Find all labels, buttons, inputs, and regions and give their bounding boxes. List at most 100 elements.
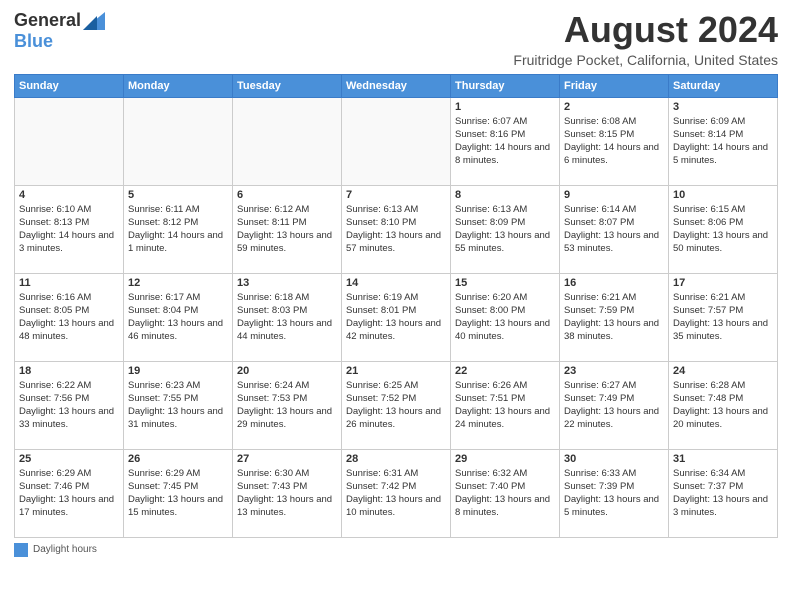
- day-info: Sunrise: 6:34 AM Sunset: 7:37 PM Dayligh…: [673, 467, 773, 520]
- logo-icon: [83, 12, 105, 30]
- day-info: Sunrise: 6:13 AM Sunset: 8:09 PM Dayligh…: [455, 203, 555, 256]
- day-number: 22: [455, 365, 555, 377]
- day-number: 28: [346, 453, 446, 465]
- day-info: Sunrise: 6:09 AM Sunset: 8:14 PM Dayligh…: [673, 115, 773, 168]
- day-number: 14: [346, 277, 446, 289]
- calendar-cell: 26 Sunrise: 6:29 AM Sunset: 7:45 PM Dayli…: [124, 449, 233, 537]
- calendar-cell: 30 Sunrise: 6:33 AM Sunset: 7:39 PM Dayli…: [560, 449, 669, 537]
- calendar-week-1: 1 Sunrise: 6:07 AM Sunset: 8:16 PM Daylig…: [15, 97, 778, 185]
- day-number: 30: [564, 453, 664, 465]
- calendar-cell: 11 Sunrise: 6:16 AM Sunset: 8:05 PM Dayli…: [15, 273, 124, 361]
- calendar-cell: [124, 97, 233, 185]
- calendar-cell: 31 Sunrise: 6:34 AM Sunset: 7:37 PM Dayli…: [669, 449, 778, 537]
- calendar-cell: 16 Sunrise: 6:21 AM Sunset: 7:59 PM Dayli…: [560, 273, 669, 361]
- day-info: Sunrise: 6:29 AM Sunset: 7:45 PM Dayligh…: [128, 467, 228, 520]
- location-title: Fruitridge Pocket, California, United St…: [513, 52, 778, 68]
- day-info: Sunrise: 6:11 AM Sunset: 8:12 PM Dayligh…: [128, 203, 228, 256]
- col-friday: Friday: [560, 74, 669, 97]
- calendar-cell: 7 Sunrise: 6:13 AM Sunset: 8:10 PM Daylig…: [342, 185, 451, 273]
- day-info: Sunrise: 6:15 AM Sunset: 8:06 PM Dayligh…: [673, 203, 773, 256]
- day-info: Sunrise: 6:24 AM Sunset: 7:53 PM Dayligh…: [237, 379, 337, 432]
- calendar-cell: 14 Sunrise: 6:19 AM Sunset: 8:01 PM Dayli…: [342, 273, 451, 361]
- calendar-week-5: 25 Sunrise: 6:29 AM Sunset: 7:46 PM Dayli…: [15, 449, 778, 537]
- day-number: 3: [673, 101, 773, 113]
- calendar-cell: 10 Sunrise: 6:15 AM Sunset: 8:06 PM Dayli…: [669, 185, 778, 273]
- day-info: Sunrise: 6:31 AM Sunset: 7:42 PM Dayligh…: [346, 467, 446, 520]
- month-title: August 2024: [513, 10, 778, 50]
- calendar-cell: 8Sunrise: 6:13 AM Sunset: 8:09 PM Daylig…: [451, 185, 560, 273]
- calendar-cell: 2Sunrise: 6:08 AM Sunset: 8:15 PM Daylig…: [560, 97, 669, 185]
- calendar-cell: 29 Sunrise: 6:32 AM Sunset: 7:40 PM Dayli…: [451, 449, 560, 537]
- calendar-cell: 1 Sunrise: 6:07 AM Sunset: 8:16 PM Daylig…: [451, 97, 560, 185]
- day-info: Sunrise: 6:10 AM Sunset: 8:13 PM Dayligh…: [19, 203, 119, 256]
- day-info: Sunrise: 6:29 AM Sunset: 7:46 PM Dayligh…: [19, 467, 119, 520]
- calendar-cell: 18 Sunrise: 6:22 AM Sunset: 7:56 PM Dayli…: [15, 361, 124, 449]
- legend: Daylight hours: [14, 543, 778, 557]
- calendar-cell: 28 Sunrise: 6:31 AM Sunset: 7:42 PM Dayli…: [342, 449, 451, 537]
- day-info: Sunrise: 6:07 AM Sunset: 8:16 PM Dayligh…: [455, 115, 555, 168]
- calendar-cell: 19 Sunrise: 6:23 AM Sunset: 7:55 PM Dayli…: [124, 361, 233, 449]
- day-number: 7: [346, 189, 446, 201]
- day-info: Sunrise: 6:13 AM Sunset: 8:10 PM Dayligh…: [346, 203, 446, 256]
- day-info: Sunrise: 6:23 AM Sunset: 7:55 PM Dayligh…: [128, 379, 228, 432]
- calendar-week-4: 18 Sunrise: 6:22 AM Sunset: 7:56 PM Dayli…: [15, 361, 778, 449]
- legend-box: [14, 543, 28, 557]
- header-row: Sunday Monday Tuesday Wednesday Thursday…: [15, 74, 778, 97]
- col-tuesday: Tuesday: [233, 74, 342, 97]
- day-number: 19: [128, 365, 228, 377]
- col-saturday: Saturday: [669, 74, 778, 97]
- day-number: 2: [564, 101, 664, 113]
- col-monday: Monday: [124, 74, 233, 97]
- day-number: 20: [237, 365, 337, 377]
- day-number: 31: [673, 453, 773, 465]
- day-number: 24: [673, 365, 773, 377]
- calendar-cell: [342, 97, 451, 185]
- day-number: 11: [19, 277, 119, 289]
- day-number: 12: [128, 277, 228, 289]
- day-number: 5: [128, 189, 228, 201]
- day-info: Sunrise: 6:19 AM Sunset: 8:01 PM Dayligh…: [346, 291, 446, 344]
- calendar-cell: 9Sunrise: 6:14 AM Sunset: 8:07 PM Daylig…: [560, 185, 669, 273]
- calendar-cell: 5 Sunrise: 6:11 AM Sunset: 8:12 PM Daylig…: [124, 185, 233, 273]
- calendar-cell: 15Sunrise: 6:20 AM Sunset: 8:00 PM Dayli…: [451, 273, 560, 361]
- day-number: 25: [19, 453, 119, 465]
- day-info: Sunrise: 6:32 AM Sunset: 7:40 PM Dayligh…: [455, 467, 555, 520]
- day-info: Sunrise: 6:27 AM Sunset: 7:49 PM Dayligh…: [564, 379, 664, 432]
- logo-blue-text: Blue: [14, 31, 53, 52]
- title-area: August 2024 Fruitridge Pocket, Californi…: [513, 10, 778, 68]
- day-number: 16: [564, 277, 664, 289]
- day-number: 6: [237, 189, 337, 201]
- day-info: Sunrise: 6:25 AM Sunset: 7:52 PM Dayligh…: [346, 379, 446, 432]
- day-number: 15: [455, 277, 555, 289]
- day-number: 1: [455, 101, 555, 113]
- calendar-cell: [15, 97, 124, 185]
- day-info: Sunrise: 6:22 AM Sunset: 7:56 PM Dayligh…: [19, 379, 119, 432]
- day-number: 17: [673, 277, 773, 289]
- day-number: 18: [19, 365, 119, 377]
- day-number: 10: [673, 189, 773, 201]
- day-number: 4: [19, 189, 119, 201]
- calendar-week-2: 4 Sunrise: 6:10 AM Sunset: 8:13 PM Daylig…: [15, 185, 778, 273]
- day-number: 29: [455, 453, 555, 465]
- day-number: 26: [128, 453, 228, 465]
- calendar-cell: 20 Sunrise: 6:24 AM Sunset: 7:53 PM Dayli…: [233, 361, 342, 449]
- day-info: Sunrise: 6:14 AM Sunset: 8:07 PM Dayligh…: [564, 203, 664, 256]
- day-number: 21: [346, 365, 446, 377]
- calendar-cell: 23Sunrise: 6:27 AM Sunset: 7:49 PM Dayli…: [560, 361, 669, 449]
- day-info: Sunrise: 6:16 AM Sunset: 8:05 PM Dayligh…: [19, 291, 119, 344]
- col-sunday: Sunday: [15, 74, 124, 97]
- day-info: Sunrise: 6:33 AM Sunset: 7:39 PM Dayligh…: [564, 467, 664, 520]
- logo-general-text: General: [14, 10, 81, 31]
- day-info: Sunrise: 6:12 AM Sunset: 8:11 PM Dayligh…: [237, 203, 337, 256]
- day-info: Sunrise: 6:21 AM Sunset: 7:57 PM Dayligh…: [673, 291, 773, 344]
- day-info: Sunrise: 6:26 AM Sunset: 7:51 PM Dayligh…: [455, 379, 555, 432]
- legend-label: Daylight hours: [33, 544, 97, 555]
- day-info: Sunrise: 6:21 AM Sunset: 7:59 PM Dayligh…: [564, 291, 664, 344]
- page: General Blue August 2024 Fruitridge Pock…: [0, 0, 792, 565]
- day-info: Sunrise: 6:17 AM Sunset: 8:04 PM Dayligh…: [128, 291, 228, 344]
- calendar-cell: 4 Sunrise: 6:10 AM Sunset: 8:13 PM Daylig…: [15, 185, 124, 273]
- day-number: 27: [237, 453, 337, 465]
- calendar-cell: 13Sunrise: 6:18 AM Sunset: 8:03 PM Dayli…: [233, 273, 342, 361]
- day-info: Sunrise: 6:30 AM Sunset: 7:43 PM Dayligh…: [237, 467, 337, 520]
- calendar-cell: [233, 97, 342, 185]
